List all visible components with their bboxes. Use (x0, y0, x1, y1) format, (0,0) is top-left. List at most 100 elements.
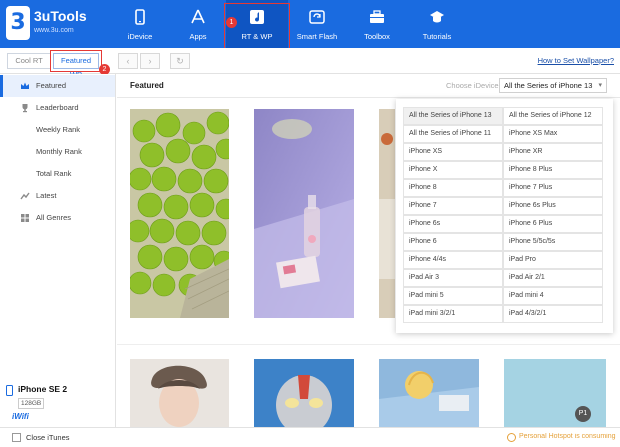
sidebar-item-all-genres[interactable]: All Genres (0, 207, 115, 229)
idevice-dropdown: All the Series of iPhone 13 All the Seri… (396, 99, 613, 333)
app-brand: 3uTools (34, 8, 87, 24)
wifi-logo: iWifi (12, 412, 29, 421)
sidebar-item-label: Weekly Rank (36, 125, 81, 134)
grid-icon (21, 214, 29, 222)
wallpaper-image-partial (379, 109, 395, 318)
idevice-option[interactable]: iPhone 5/5c/5s (503, 233, 603, 251)
device-name: iPhone SE 2 (18, 384, 68, 394)
wallpaper-card[interactable] (130, 109, 229, 318)
wallpaper-image-sky (504, 359, 606, 427)
graduation-cap-icon (430, 11, 444, 23)
device-capacity: 128GB (18, 398, 45, 409)
idevice-option[interactable]: iPad Air 3 (403, 269, 503, 287)
forward-button[interactable]: › (140, 53, 160, 69)
page-badge[interactable]: P1 (575, 406, 591, 422)
idevice-option[interactable]: iPad mini 4 (503, 287, 603, 305)
idevice-option[interactable]: iPhone 8 Plus (503, 161, 603, 179)
nav-label: Toolbox (364, 32, 390, 41)
highlight-box-featured-wp (50, 50, 102, 72)
sidebar-item-label: Latest (36, 191, 57, 200)
tab-cool-rt[interactable]: Cool RT (7, 53, 51, 69)
close-itunes-checkbox[interactable] (12, 433, 21, 442)
idevice-option[interactable]: iPad Air 2/1 (503, 269, 603, 287)
sidebar-item-monthly-rank[interactable]: Monthly Rank (0, 141, 115, 163)
sidebar-item-total-rank[interactable]: Total Rank (0, 163, 115, 185)
app-logo: 3 (6, 6, 30, 40)
phone-icon (135, 9, 145, 25)
chevron-down-icon: ▾ (598, 82, 602, 89)
sidebar: Featured Leaderboard Weekly Rank Monthly… (0, 74, 116, 427)
toolbox-icon (370, 10, 384, 23)
idevice-select[interactable]: All the Series of iPhone 13 ▾ (499, 78, 607, 93)
top-bar: 3 3uTools www.3u.com iDevice Apps RT & W… (0, 0, 620, 48)
app-site: www.3u.com (34, 27, 74, 34)
idevice-option[interactable]: iPhone X (403, 161, 503, 179)
trophy-icon (22, 104, 28, 113)
sidebar-item-weekly-rank[interactable]: Weekly Rank (0, 119, 115, 141)
sidebar-item-label: Featured (36, 81, 67, 90)
warning-icon (507, 433, 516, 442)
idevice-option[interactable]: iPhone XS Max (503, 125, 603, 143)
wallpaper-card[interactable] (254, 359, 354, 427)
wallpaper-card[interactable] (379, 359, 479, 427)
wallpaper-card[interactable] (504, 359, 606, 427)
flash-icon (309, 10, 325, 24)
idevice-option[interactable]: iPhone 7 (403, 197, 503, 215)
nav-label: Smart Flash (296, 32, 338, 41)
idevice-option[interactable]: iPad 4/3/2/1 (503, 305, 603, 323)
latest-icon (20, 192, 30, 200)
choose-idevice-label: Choose iDevice: (446, 81, 501, 90)
idevice-option[interactable]: All the Series of iPhone 13 (403, 107, 503, 125)
sidebar-item-label: Leaderboard (36, 103, 79, 112)
idevice-option[interactable]: iPad Pro (503, 251, 603, 269)
nav-apps[interactable]: Apps (167, 0, 229, 48)
wallpaper-image-purple-still-life (254, 109, 354, 318)
idevice-option[interactable]: iPhone 6 (403, 233, 503, 251)
phone-icon (6, 385, 13, 396)
wallpaper-card[interactable] (254, 109, 354, 318)
idevice-option[interactable]: iPhone 6s Plus (503, 197, 603, 215)
idevice-option[interactable]: iPhone 6s (403, 215, 503, 233)
back-button[interactable]: ‹ (118, 53, 138, 69)
how-to-set-wallpaper-link[interactable]: How to Set Wallpaper? (538, 56, 614, 65)
wallpaper-card[interactable] (379, 109, 395, 318)
appstore-icon (191, 9, 205, 24)
wallpaper-image-ultraman (254, 359, 354, 427)
idevice-option[interactable]: All the Series of iPhone 11 (403, 125, 503, 143)
idevice-select-value: All the Series of iPhone 13 (504, 81, 593, 90)
nav-label: iDevice (127, 32, 153, 41)
idevice-option[interactable]: iPhone XR (503, 143, 603, 161)
idevice-option[interactable]: iPhone 6 Plus (503, 215, 603, 233)
sidebar-item-leaderboard[interactable]: Leaderboard (0, 97, 115, 119)
nav-tutorials[interactable]: Tutorials (406, 0, 468, 48)
wallpaper-card[interactable] (130, 359, 229, 427)
nav-label: Tutorials (422, 32, 452, 41)
sidebar-item-label: Monthly Rank (36, 147, 82, 156)
main-header: Featured Choose iDevice: All the Series … (117, 74, 620, 98)
idevice-option[interactable]: iPhone 7 Plus (503, 179, 603, 197)
nav-label: Apps (189, 32, 207, 41)
page-title: Featured (130, 81, 164, 90)
wallpaper-image-picnic (379, 359, 479, 427)
idevice-option[interactable]: iPad mini 5 (403, 287, 503, 305)
row-divider (117, 344, 620, 345)
wallpaper-image-portrait (130, 359, 229, 427)
sidebar-item-latest[interactable]: Latest (0, 185, 115, 207)
sidebar-item-label: Total Rank (36, 169, 72, 178)
sidebar-item-label: All Genres (36, 213, 72, 222)
status-bar: Close iTunes Personal Hotspot is consumi… (0, 427, 620, 447)
sidebar-item-featured[interactable]: Featured (0, 75, 115, 97)
wallpaper-image-green-plums (130, 109, 229, 318)
nav-idevice[interactable]: iDevice (109, 0, 171, 48)
idevice-option[interactable]: iPhone 4/4s (403, 251, 503, 269)
nav-toolbox[interactable]: Toolbox (346, 0, 408, 48)
hotspot-status: Personal Hotspot is consuming (519, 433, 616, 440)
close-itunes-label: Close iTunes (26, 433, 70, 442)
refresh-button[interactable]: ↻ (170, 53, 190, 69)
crown-icon (21, 82, 29, 89)
idevice-option[interactable]: iPad mini 3/2/1 (403, 305, 503, 323)
idevice-option[interactable]: iPhone XS (403, 143, 503, 161)
idevice-option[interactable]: All the Series of iPhone 12 (503, 107, 603, 125)
idevice-option[interactable]: iPhone 8 (403, 179, 503, 197)
nav-smart-flash[interactable]: Smart Flash (286, 0, 348, 48)
